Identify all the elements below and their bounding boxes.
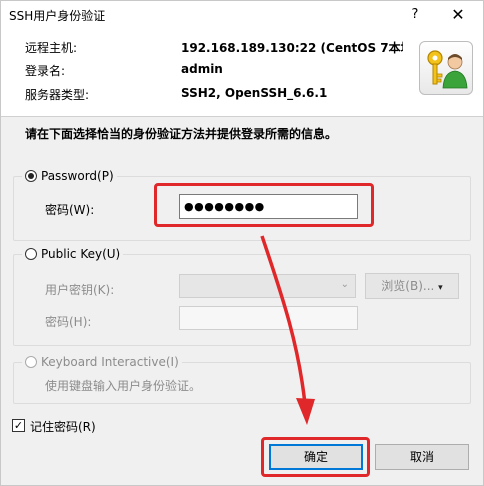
- annotation-arrow: [260, 235, 315, 425]
